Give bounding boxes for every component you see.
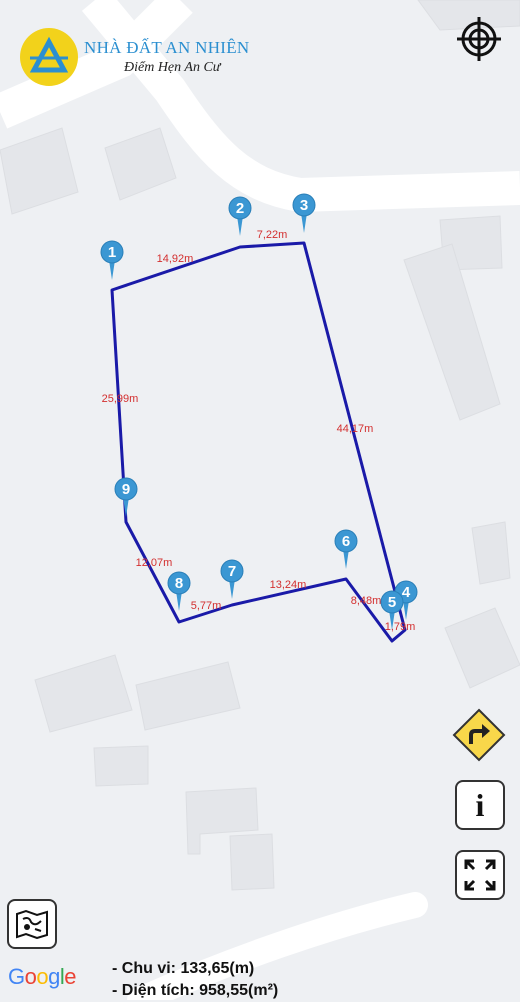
brand-logo: NHÀ ĐẤT AN NHIÊN Điểm Hẹn An Cư xyxy=(20,28,280,88)
info-icon: i xyxy=(475,786,485,823)
pin-number: 2 xyxy=(236,200,244,217)
building xyxy=(104,127,177,201)
building xyxy=(229,833,275,891)
pin-number: 5 xyxy=(388,594,396,611)
expand-icon xyxy=(464,859,496,891)
pin-number: 4 xyxy=(402,584,411,601)
boundary-pin[interactable]: 3 xyxy=(292,193,316,233)
google-letter: o xyxy=(36,964,49,989)
building xyxy=(34,654,133,733)
pin-number: 8 xyxy=(175,575,183,592)
boundary-pin[interactable]: 9 xyxy=(114,477,138,517)
segment-length-label: 1,79m xyxy=(385,621,416,633)
my-location-button[interactable] xyxy=(453,13,505,65)
boundary-pin[interactable]: 2 xyxy=(228,196,252,236)
building xyxy=(135,661,241,731)
brand-subtitle: Điểm Hẹn An Cư xyxy=(124,60,221,75)
perimeter-text: - Chu vi: 133,65(m) xyxy=(112,960,255,977)
turn-right-sign-icon xyxy=(452,708,506,762)
map-layers-icon xyxy=(16,909,48,939)
buildings xyxy=(0,0,520,891)
boundary-pin[interactable]: 6 xyxy=(334,529,358,569)
segment-length-label: 8,48m xyxy=(351,595,382,607)
fullscreen-button[interactable] xyxy=(455,850,505,900)
pin-number: 7 xyxy=(228,563,236,580)
parcel-summary: - Chu vi: 133,65(m) - Diện tích: 958,55(… xyxy=(112,958,278,1002)
map-canvas[interactable]: 14,92m7,22m44,17m1,79m8,48m13,24m5,77m12… xyxy=(0,0,520,1000)
logo-emblem xyxy=(20,28,78,86)
google-letter: o xyxy=(24,964,37,989)
segment-length-label: 44,17m xyxy=(337,423,374,435)
building xyxy=(93,745,149,787)
brand-title: NHÀ ĐẤT AN NHIÊN xyxy=(84,38,250,57)
boundary-pin[interactable]: 7 xyxy=(220,559,244,599)
google-attribution: Google xyxy=(8,964,77,990)
segment-length-label: 7,22m xyxy=(257,229,288,241)
logo-triangle-icon xyxy=(29,36,69,73)
parcel-boundary[interactable] xyxy=(110,241,407,643)
segment-length-label: 13,24m xyxy=(270,579,307,591)
crosshair-icon xyxy=(457,17,501,61)
building xyxy=(471,521,511,585)
building xyxy=(0,127,79,215)
pin-number: 9 xyxy=(122,481,130,498)
segment-length-label: 12,07m xyxy=(136,557,173,569)
segment-length-label: 5,77m xyxy=(191,600,222,612)
segment-length-label: 25,99m xyxy=(102,393,139,405)
directions-button[interactable] xyxy=(452,708,506,762)
google-letter: g xyxy=(48,964,60,989)
pin-number: 1 xyxy=(108,244,116,261)
map-type-button[interactable] xyxy=(7,899,57,949)
google-letter: G xyxy=(8,964,25,989)
google-letter: e xyxy=(64,964,77,989)
pin-number: 3 xyxy=(300,197,308,214)
segment-labels: 14,92m7,22m44,17m1,79m8,48m13,24m5,77m12… xyxy=(102,229,416,633)
building xyxy=(444,607,520,689)
boundary-pin[interactable]: 1 xyxy=(100,240,124,280)
area-text: - Diện tích: 958,55(m²) xyxy=(112,982,279,999)
building xyxy=(403,243,501,421)
segment-length-label: 14,92m xyxy=(157,253,194,265)
info-button[interactable]: i xyxy=(455,780,505,830)
pin-number: 6 xyxy=(342,533,350,550)
